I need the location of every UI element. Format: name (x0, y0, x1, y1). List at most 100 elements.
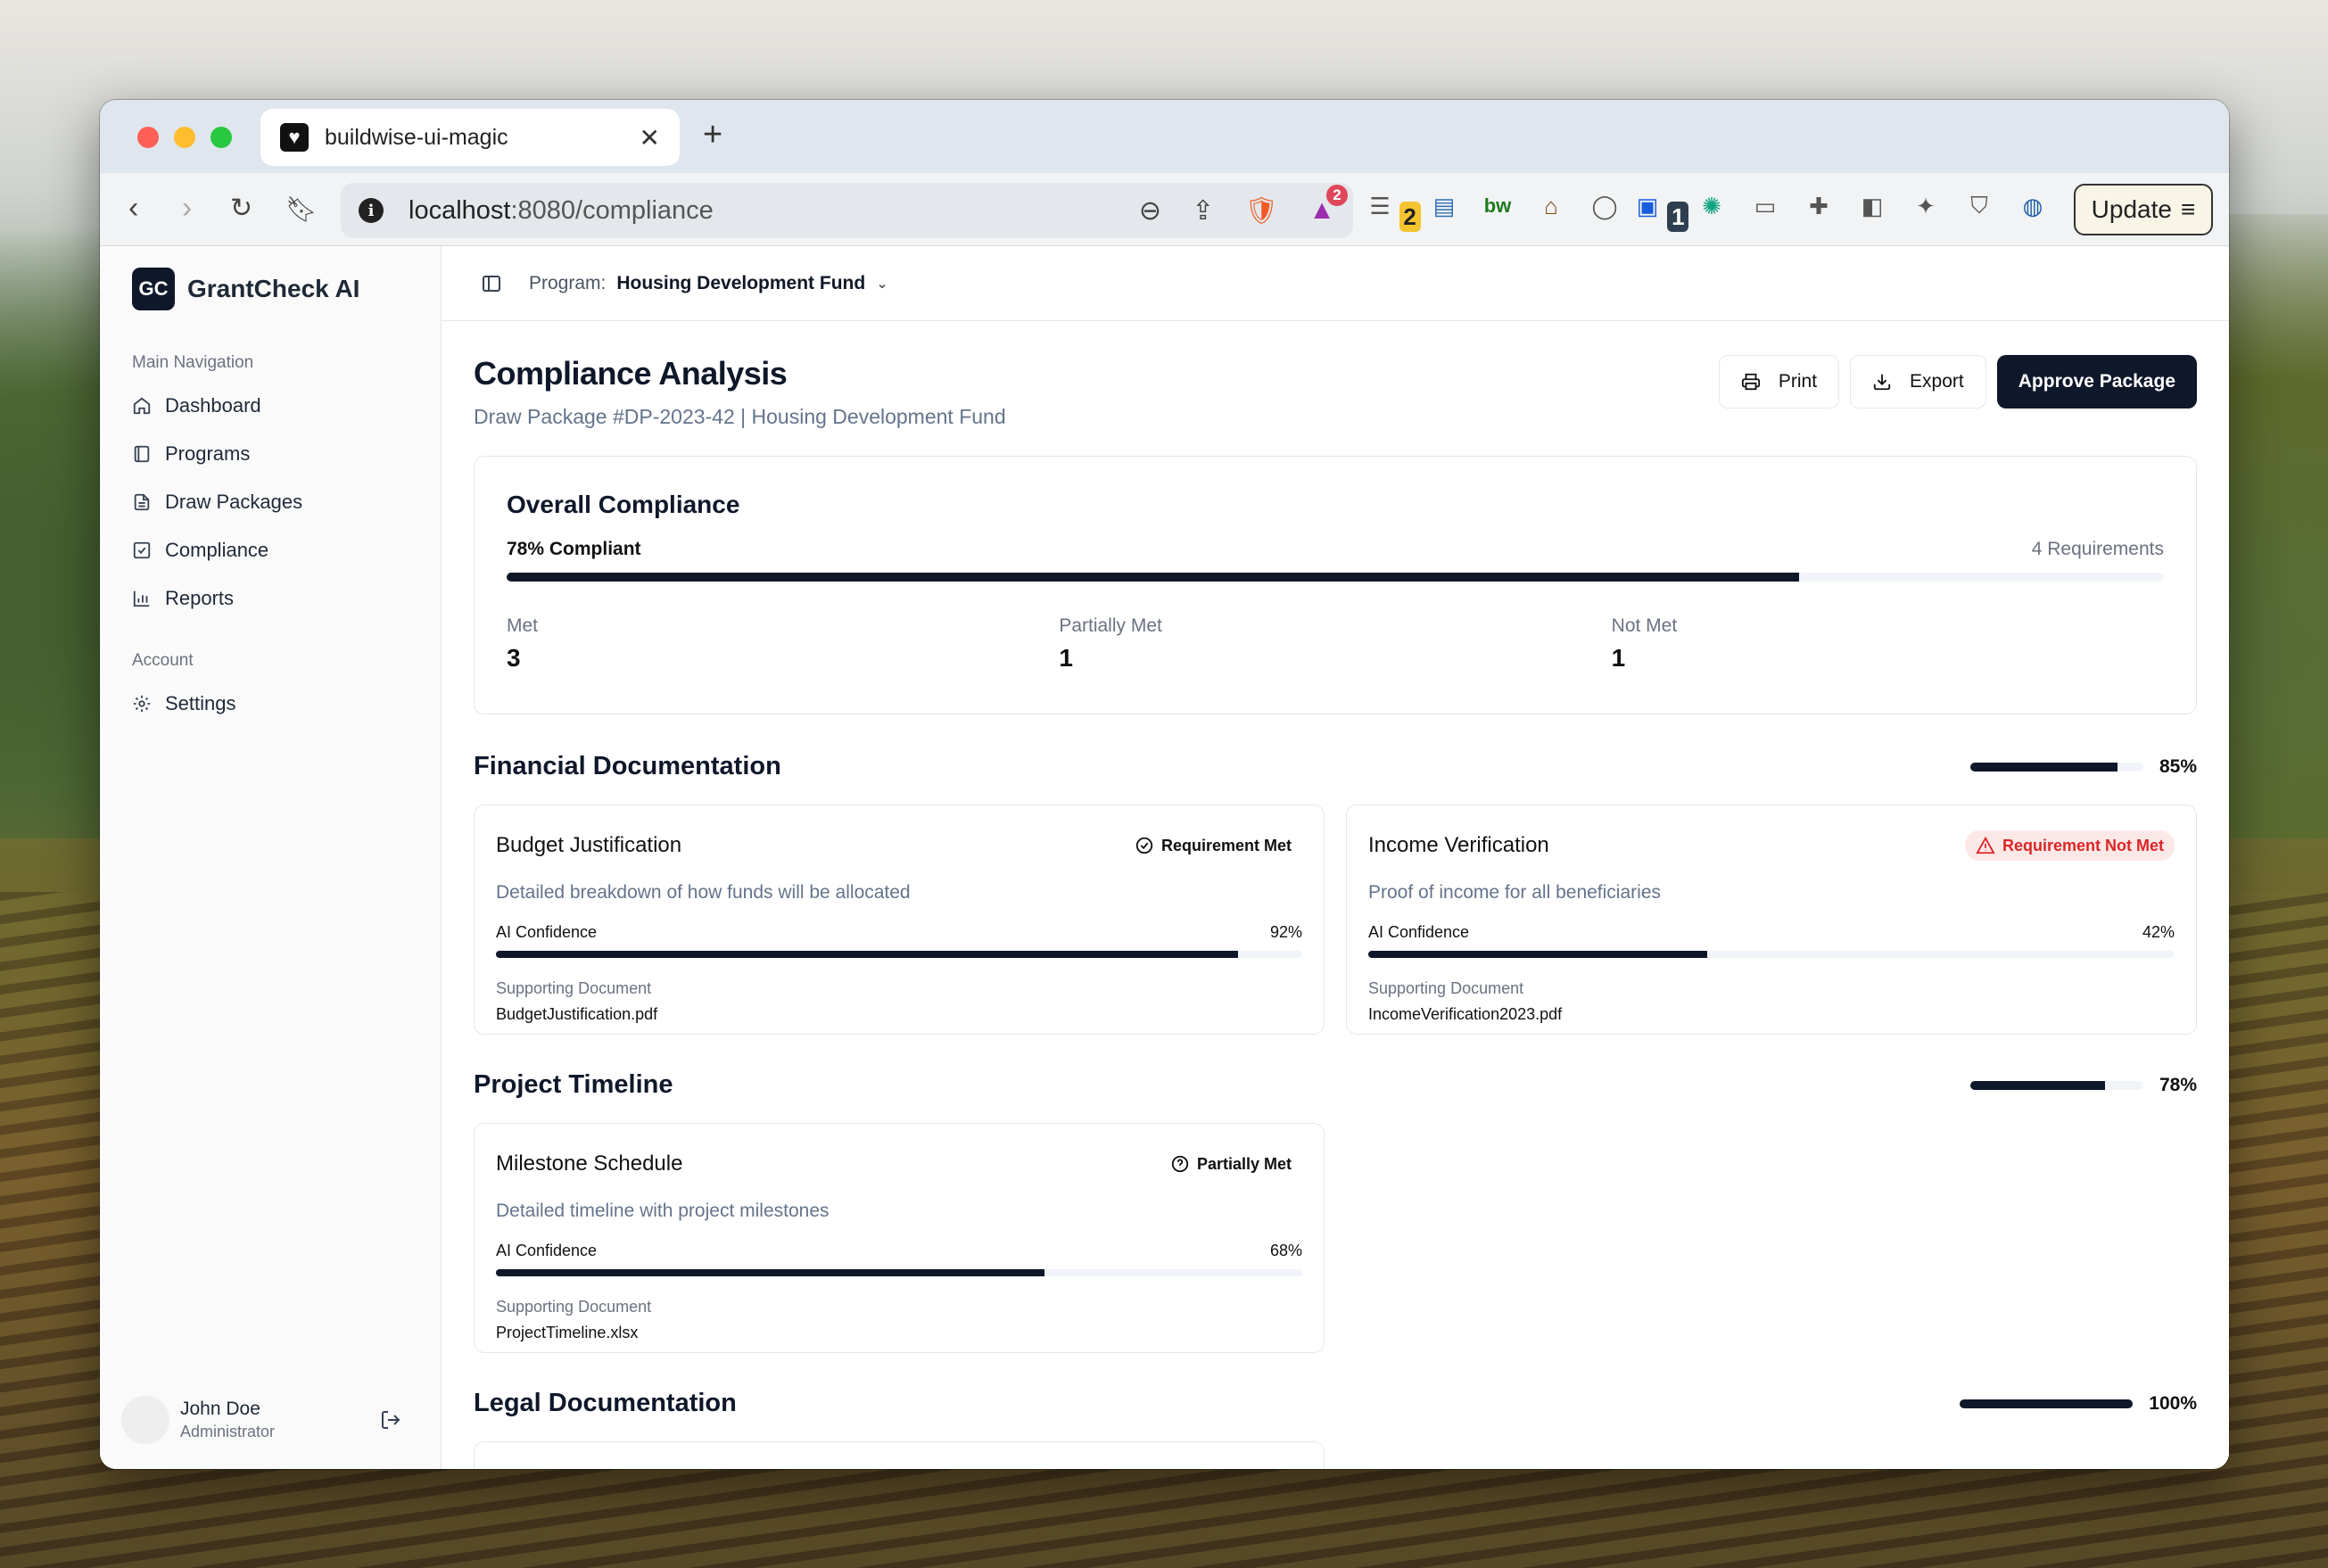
tab-strip: ♥ buildwise-ui-magic ✕ + (100, 100, 2229, 173)
sidebar-item-reports[interactable]: Reports (121, 574, 441, 623)
bar-chart-icon (133, 590, 150, 607)
confidence-bar (496, 1269, 1302, 1276)
section-percent: 78% (2159, 1074, 2197, 1095)
logout-icon[interactable] (380, 1409, 401, 1431)
openai-extension-icon[interactable]: ✺ (1696, 191, 1727, 221)
warning-triangle-icon (1976, 836, 1995, 854)
account-label: Account (132, 651, 194, 670)
sidebar-item-draw-packages[interactable]: Draw Packages (121, 478, 441, 526)
confidence-label: AI Confidence (496, 923, 598, 941)
section-title: Legal Documentation (474, 1389, 737, 1417)
reader-extension-icon[interactable]: ▤ (1429, 191, 1459, 221)
globe-icon[interactable]: ◍ (2018, 191, 2048, 221)
book-icon (134, 445, 150, 463)
menu-icon: ≡ (2180, 195, 2196, 223)
url-text: localhost:8080/compliance (409, 195, 714, 225)
page-title: Compliance Analysis (474, 355, 788, 392)
requirement-description: Detailed timeline with project milestone… (496, 1201, 830, 1221)
sidebar-item-programs[interactable]: Programs (121, 430, 441, 478)
brave-shield-icon[interactable]: 🛡︎ (1244, 195, 1278, 227)
zoom-out-icon[interactable]: ⊖ (1139, 195, 1161, 227)
section-progress-bar (1969, 1080, 2143, 1090)
site-info-icon[interactable]: i (359, 198, 384, 223)
app-root: GC GrantCheck AI Main Navigation Dashboa… (100, 246, 2229, 1469)
check-circle-icon (1135, 837, 1153, 854)
hat-extension-icon[interactable]: ⌂ (1536, 191, 1566, 221)
confidence-bar (1368, 951, 2175, 958)
sidebar-toggle-icon[interactable] (481, 273, 502, 294)
sparkle-icon[interactable]: ✦ (1911, 191, 1941, 221)
document-link[interactable]: ProjectTimeline.xlsx (496, 1324, 1302, 1342)
check-square-icon (133, 541, 151, 559)
new-tab-button[interactable]: + (703, 116, 722, 154)
forward-icon[interactable]: › (182, 191, 192, 226)
document-label: Supporting Document (496, 1298, 652, 1316)
section-progress-bar (1960, 1399, 2134, 1408)
program-select[interactable]: Housing Development Fund (616, 273, 865, 294)
section-project-timeline: Project Timeline 78% (474, 1070, 2197, 1100)
browser-window: ♥ buildwise-ui-magic ✕ + ‹ › ↻ 🔖︎ i loca… (100, 100, 2229, 1469)
confidence-bar (496, 951, 1302, 958)
sidebar-item-compliance[interactable]: Compliance (121, 526, 441, 574)
avatar (121, 1396, 169, 1444)
brand[interactable]: GC GrantCheck AI (100, 246, 441, 310)
stat-met: Met 3 (507, 615, 539, 672)
confidence-label: AI Confidence (1368, 923, 1470, 941)
update-button[interactable]: Update ≡ (2074, 184, 2213, 235)
page-subtitle: Draw Package #DP-2023-42 | Housing Devel… (474, 405, 1006, 428)
user-role: Administrator (180, 1423, 276, 1440)
maximize-window-button[interactable] (211, 127, 232, 148)
requirement-title: Budget Justification (496, 833, 682, 857)
close-tab-icon[interactable]: ✕ (640, 123, 660, 153)
back-icon[interactable]: ‹ (128, 191, 138, 226)
overall-compliance-title: Overall Compliance (507, 491, 740, 518)
printer-icon (1741, 373, 1760, 391)
status-badge: Requirement Not Met (1964, 830, 2175, 861)
notes-extension-icon[interactable]: ▭ (1750, 191, 1780, 221)
stat-partially-met: Partially Met 1 (1059, 615, 1162, 672)
document-link[interactable]: IncomeVerification2023.pdf (1368, 1005, 2175, 1024)
requirement-card-milestone-schedule[interactable]: Milestone Schedule Partially Met Detaile… (474, 1123, 1325, 1353)
tasks-extension-icon[interactable]: ☰ 2 (1369, 191, 1421, 232)
confidence-value: 92% (1269, 923, 1302, 941)
address-bar[interactable]: i localhost:8080/compliance ⊖ ⇪ 🛡︎ ▲ 2 (341, 183, 1353, 238)
user-name: John Doe (180, 1399, 260, 1419)
sidebar-toggle-icon[interactable]: ◧ (1857, 191, 1887, 221)
confidence-value: 68% (1269, 1242, 1302, 1259)
chevron-down-icon[interactable]: ⌄ (876, 275, 887, 293)
section-financial-documentation: Financial Documentation 85% (474, 752, 2197, 781)
share-icon[interactable]: ⇪ (1192, 195, 1214, 227)
vpn-shield-icon[interactable]: ⛉ (1964, 191, 1994, 221)
user-profile[interactable]: John Doe Administrator (121, 1396, 419, 1444)
reload-icon[interactable]: ↻ (230, 193, 252, 224)
bw-extension-icon[interactable]: bw (1482, 191, 1513, 221)
confidence-label: AI Confidence (496, 1242, 598, 1259)
sidebar-item-settings[interactable]: Settings (121, 680, 441, 728)
document-link[interactable]: BudgetJustification.pdf (496, 1005, 1302, 1024)
browser-tab[interactable]: ♥ buildwise-ui-magic ✕ (260, 109, 680, 166)
requirement-card-partial (474, 1441, 1325, 1469)
bitwarden-extension-icon[interactable]: ▣ 1 (1637, 191, 1689, 232)
page-content: Compliance Analysis Draw Package #DP-202… (442, 355, 2229, 1469)
compliance-percent: 78% Compliant (507, 539, 641, 559)
top-bar: Program: Housing Development Fund ⌄ (442, 246, 2229, 321)
puzzle-icon[interactable]: ✚ (1804, 191, 1834, 221)
brave-rewards-icon[interactable]: ▲ 2 (1308, 185, 1348, 226)
sidebar: GC GrantCheck AI Main Navigation Dashboa… (100, 246, 442, 1469)
requirement-card-budget-justification[interactable]: Budget Justification Requirement Met Det… (474, 805, 1325, 1035)
requirement-description: Proof of income for all beneficiaries (1368, 882, 1661, 903)
export-button[interactable]: Export (1850, 355, 1986, 409)
chat-extension-icon[interactable]: ◯ (1589, 191, 1620, 221)
bookmark-icon[interactable]: 🔖︎ (285, 194, 318, 224)
approve-package-button[interactable]: Approve Package (1996, 355, 2197, 409)
sidebar-item-dashboard[interactable]: Dashboard (121, 382, 441, 430)
status-badge: Requirement Met (1124, 830, 1302, 861)
close-window-button[interactable] (137, 127, 159, 148)
extensions-bar: ☰ 2 ▤ bw ⌂ ◯ ▣ 1 ✺ ▭ ✚ ◧ ✦ ⛉ ◍ (1369, 191, 2048, 232)
help-circle-icon (1171, 1155, 1189, 1173)
requirement-card-income-verification[interactable]: Income Verification Requirement Not Met … (1346, 805, 2197, 1035)
print-button[interactable]: Print (1718, 355, 1840, 409)
page-actions: Print Export Approve Package (1718, 355, 2197, 409)
download-icon (1873, 374, 1891, 391)
minimize-window-button[interactable] (174, 127, 195, 148)
